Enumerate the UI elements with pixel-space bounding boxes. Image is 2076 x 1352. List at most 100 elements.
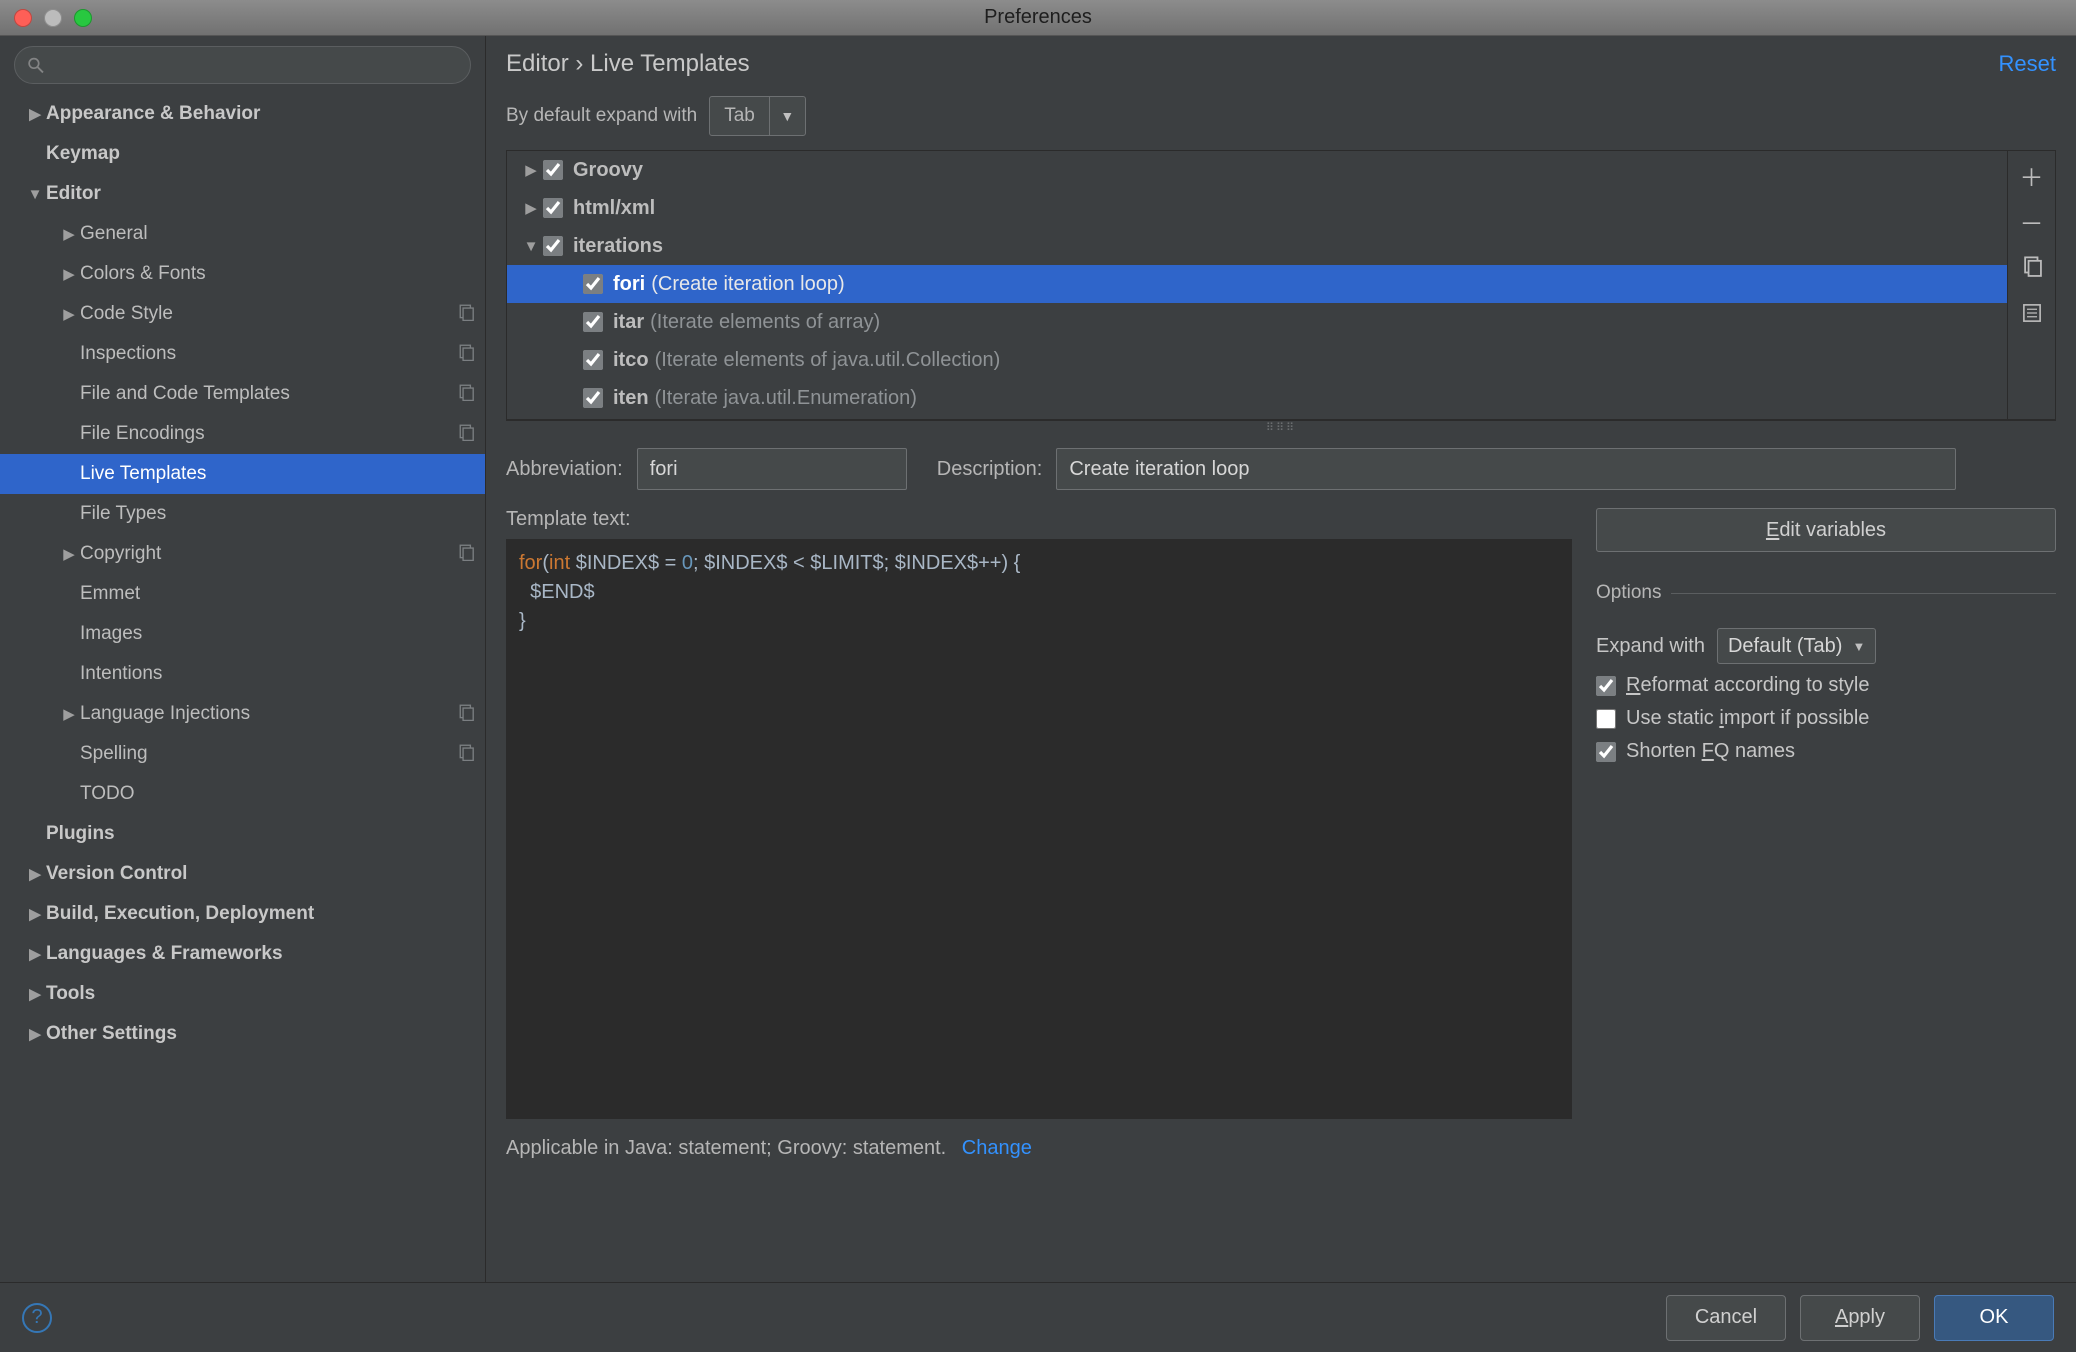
template-item[interactable]: ▶iten (Iterate java.util.Enumeration) bbox=[507, 379, 2007, 417]
sidebar-item[interactable]: ▶Tools bbox=[0, 974, 485, 1014]
chevron-down-icon[interactable]: ▼ bbox=[1852, 639, 1865, 654]
chevron-right-icon[interactable]: ▶ bbox=[58, 225, 80, 243]
sidebar-item[interactable]: ▶Build, Execution, Deployment bbox=[0, 894, 485, 934]
abbreviation-label: Abbreviation: bbox=[506, 458, 623, 481]
template-item[interactable]: ▶fori (Create iteration loop) bbox=[507, 265, 2007, 303]
sidebar-item[interactable]: ▶Keymap bbox=[0, 134, 485, 174]
search-input-wrapper[interactable] bbox=[14, 46, 471, 84]
cancel-button[interactable]: Cancel bbox=[1666, 1295, 1786, 1341]
add-template-button[interactable]: ＋ bbox=[2014, 157, 2050, 193]
preferences-tree[interactable]: ▶Appearance & Behavior▶Keymap▼Editor▶Gen… bbox=[0, 92, 485, 1282]
template-enabled-checkbox[interactable] bbox=[583, 350, 603, 370]
chevron-right-icon[interactable]: ▶ bbox=[58, 705, 80, 723]
chevron-right-icon[interactable]: ▶ bbox=[519, 199, 543, 217]
zoom-window-button[interactable] bbox=[74, 9, 92, 27]
static-import-checkbox-row[interactable]: Use static import if possible bbox=[1596, 707, 1869, 730]
sidebar-item[interactable]: ▶Emmet bbox=[0, 574, 485, 614]
sidebar-item-label: Language Injections bbox=[80, 703, 449, 725]
chevron-right-icon[interactable]: ▶ bbox=[24, 105, 46, 123]
edit-variables-button[interactable]: Edit variables bbox=[1596, 508, 2056, 552]
template-enabled-checkbox[interactable] bbox=[583, 312, 603, 332]
static-import-checkbox[interactable] bbox=[1596, 709, 1616, 729]
templates-tree[interactable]: ▶Groovy▶html/xml▼iterations▶fori (Create… bbox=[507, 151, 2007, 419]
sidebar-item[interactable]: ▶Images bbox=[0, 614, 485, 654]
help-button[interactable]: ? bbox=[22, 1303, 52, 1333]
sidebar-item[interactable]: ▶Spelling bbox=[0, 734, 485, 774]
expand-with-combobox[interactable]: Default (Tab) ▼ bbox=[1717, 628, 1876, 664]
sidebar-item[interactable]: ▶Version Control bbox=[0, 854, 485, 894]
reformat-checkbox[interactable] bbox=[1596, 676, 1616, 696]
template-name: iten bbox=[613, 387, 649, 410]
reset-link[interactable]: Reset bbox=[1999, 51, 2056, 77]
sidebar-item-label: Build, Execution, Deployment bbox=[46, 903, 485, 925]
sidebar-item-label: Tools bbox=[46, 983, 485, 1005]
sidebar-item-label: File and Code Templates bbox=[80, 383, 449, 405]
template-text-label: Template text: bbox=[506, 508, 1572, 531]
ok-button[interactable]: OK bbox=[1934, 1295, 2054, 1341]
splitter-handle[interactable]: ⠿⠿⠿ bbox=[506, 420, 2056, 434]
sidebar-item[interactable]: ▶File Encodings bbox=[0, 414, 485, 454]
sidebar-item[interactable]: ▶Intentions bbox=[0, 654, 485, 694]
sidebar-item[interactable]: ▶Copyright bbox=[0, 534, 485, 574]
shorten-fq-checkbox[interactable] bbox=[1596, 742, 1616, 762]
chevron-right-icon[interactable]: ▶ bbox=[58, 545, 80, 563]
chevron-right-icon[interactable]: ▶ bbox=[24, 985, 46, 1003]
sidebar-item[interactable]: ▶File and Code Templates bbox=[0, 374, 485, 414]
search-input[interactable] bbox=[50, 54, 458, 76]
expand-all-button[interactable] bbox=[2014, 295, 2050, 331]
sidebar-item[interactable]: ▶Appearance & Behavior bbox=[0, 94, 485, 134]
chevron-right-icon[interactable]: ▶ bbox=[519, 161, 543, 179]
template-enabled-checkbox[interactable] bbox=[583, 274, 603, 294]
template-name: fori bbox=[613, 273, 645, 296]
close-window-button[interactable] bbox=[14, 9, 32, 27]
window-titlebar: Preferences bbox=[0, 0, 2076, 36]
sidebar-item[interactable]: ▶Inspections bbox=[0, 334, 485, 374]
apply-button[interactable]: Apply bbox=[1800, 1295, 1920, 1341]
chevron-right-icon[interactable]: ▶ bbox=[24, 905, 46, 923]
template-text-editor[interactable]: for(int $INDEX$ = 0; $INDEX$ < $LIMIT$; … bbox=[506, 539, 1572, 1119]
description-input[interactable]: Create iteration loop bbox=[1056, 448, 1956, 490]
chevron-down-icon[interactable]: ▼ bbox=[24, 186, 46, 203]
templates-panel: ▶Groovy▶html/xml▼iterations▶fori (Create… bbox=[506, 150, 2056, 420]
project-level-icon bbox=[449, 703, 485, 726]
chevron-down-icon[interactable]: ▼ bbox=[519, 238, 543, 255]
chevron-right-icon[interactable]: ▶ bbox=[58, 265, 80, 283]
template-item[interactable]: ▶html/xml bbox=[507, 189, 2007, 227]
template-item[interactable]: ▼iterations bbox=[507, 227, 2007, 265]
sidebar-item[interactable]: ▶TODO bbox=[0, 774, 485, 814]
syntax-keyword: for bbox=[519, 552, 542, 574]
sidebar-item-label: TODO bbox=[80, 783, 485, 805]
copy-template-button[interactable] bbox=[2014, 249, 2050, 285]
project-level-icon bbox=[449, 303, 485, 326]
sidebar-item[interactable]: ▶Colors & Fonts bbox=[0, 254, 485, 294]
template-enabled-checkbox[interactable] bbox=[543, 160, 563, 180]
chevron-right-icon[interactable]: ▶ bbox=[24, 1025, 46, 1043]
template-item[interactable]: ▶itar (Iterate elements of array) bbox=[507, 303, 2007, 341]
chevron-right-icon[interactable]: ▶ bbox=[24, 865, 46, 883]
template-enabled-checkbox[interactable] bbox=[543, 198, 563, 218]
template-item[interactable]: ▶Groovy bbox=[507, 151, 2007, 189]
sidebar-item-label: General bbox=[80, 223, 485, 245]
sidebar-item[interactable]: ▼Editor bbox=[0, 174, 485, 214]
template-enabled-checkbox[interactable] bbox=[583, 388, 603, 408]
reformat-checkbox-row[interactable]: Reformat according to style bbox=[1596, 674, 1869, 697]
sidebar-item[interactable]: ▶Other Settings bbox=[0, 1014, 485, 1054]
default-expand-combobox[interactable]: Tab ▼ bbox=[709, 96, 806, 136]
shorten-fq-checkbox-row[interactable]: Shorten FQ names bbox=[1596, 740, 1795, 763]
template-item[interactable]: ▶itco (Iterate elements of java.util.Col… bbox=[507, 341, 2007, 379]
change-context-link[interactable]: Change bbox=[962, 1137, 1032, 1159]
sidebar-item[interactable]: ▶General bbox=[0, 214, 485, 254]
sidebar-item[interactable]: ▶Plugins bbox=[0, 814, 485, 854]
syntax-keyword: int bbox=[549, 552, 570, 574]
sidebar-item[interactable]: ▶File Types bbox=[0, 494, 485, 534]
abbreviation-input[interactable]: fori bbox=[637, 448, 907, 490]
template-enabled-checkbox[interactable] bbox=[543, 236, 563, 256]
chevron-right-icon[interactable]: ▶ bbox=[24, 945, 46, 963]
chevron-right-icon[interactable]: ▶ bbox=[58, 305, 80, 323]
sidebar-item[interactable]: ▶Languages & Frameworks bbox=[0, 934, 485, 974]
chevron-down-icon[interactable]: ▼ bbox=[769, 97, 805, 135]
remove-template-button[interactable]: － bbox=[2014, 203, 2050, 239]
sidebar-item[interactable]: ▶Live Templates bbox=[0, 454, 485, 494]
sidebar-item[interactable]: ▶Language Injections bbox=[0, 694, 485, 734]
sidebar-item[interactable]: ▶Code Style bbox=[0, 294, 485, 334]
